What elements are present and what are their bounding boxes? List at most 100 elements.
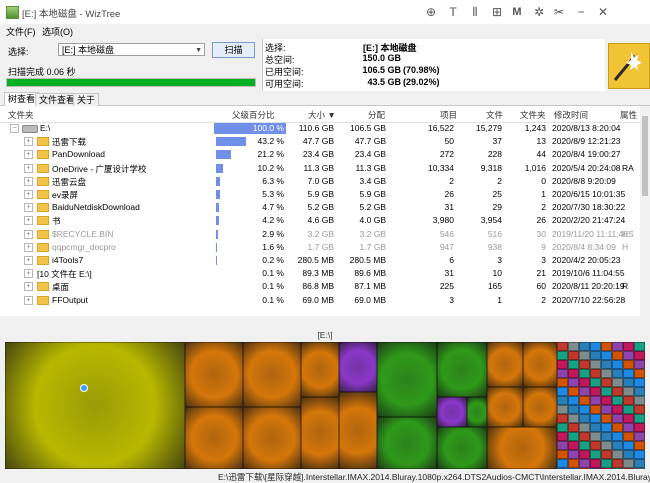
treemap-file-cell[interactable] (579, 405, 590, 414)
table-row[interactable]: +ev录屏5.3 %5.9 GB5.9 GB262512020/6/15 10:… (0, 188, 640, 201)
col-folder[interactable]: 文件夹 (8, 109, 34, 121)
treemap-file-cell[interactable] (612, 405, 623, 414)
treemap-block[interactable] (487, 387, 523, 427)
tab-about[interactable]: 关于 (73, 93, 99, 106)
treemap-block[interactable] (523, 387, 557, 427)
treemap-file-cell[interactable] (634, 468, 645, 469)
treemap-file-cell[interactable] (590, 414, 601, 423)
treemap-file-cell[interactable] (579, 423, 590, 432)
expand-icon[interactable]: + (24, 216, 33, 225)
treemap-file-cell[interactable] (601, 342, 612, 351)
expand-icon[interactable]: + (24, 137, 33, 146)
treemap-file-cell[interactable] (612, 378, 623, 387)
table-row[interactable]: +BaiduNetdiskDownload4.7 %5.2 GB5.2 GB31… (0, 201, 640, 214)
menu-file[interactable]: 文件(F) (6, 25, 36, 38)
treemap-file-cell[interactable] (579, 369, 590, 378)
table-row[interactable]: +桌面0.1 %86.8 MB87.1 MB225165602020/8/11 … (0, 280, 640, 293)
treemap-file-cell[interactable] (579, 414, 590, 423)
treemap-file-cell[interactable] (568, 396, 579, 405)
treemap-file-cell[interactable] (612, 351, 623, 360)
scrollbar-thumb[interactable] (642, 116, 648, 196)
treemap-file-cell[interactable] (623, 360, 634, 369)
collapse-icon[interactable]: − (10, 124, 19, 133)
treemap-file-cell[interactable] (623, 450, 634, 459)
expand-icon[interactable]: + (24, 282, 33, 291)
treemap-block[interactable] (243, 342, 301, 407)
treemap-file-cell[interactable] (623, 432, 634, 441)
table-row[interactable]: +迅雷下载43.2 %47.7 GB47.7 GB5037132020/8/9 … (0, 135, 640, 148)
treemap-file-cell[interactable] (590, 441, 601, 450)
treemap-block[interactable] (437, 342, 487, 397)
treemap-file-cell[interactable] (590, 405, 601, 414)
treemap-file-cell[interactable] (612, 414, 623, 423)
treemap-file-cell[interactable] (623, 387, 634, 396)
treemap-file-cell[interactable] (568, 405, 579, 414)
treemap-file-cell[interactable] (568, 423, 579, 432)
expand-icon[interactable]: + (24, 256, 33, 265)
table-row[interactable]: +迅雷云盘6.3 %7.0 GB3.4 GB2202020/8/8 9:20:0… (0, 175, 640, 188)
treemap-file-cell[interactable] (568, 351, 579, 360)
col-size[interactable]: 大小 ▼ (308, 109, 336, 121)
table-row[interactable]: +$RECYCLE.BIN2.9 %3.2 GB3.2 GB5465163020… (0, 228, 640, 241)
treemap-file-cell[interactable] (590, 360, 601, 369)
minimize-icon[interactable]: − (572, 3, 590, 21)
treemap-file-cell[interactable] (579, 342, 590, 351)
treemap-file-cell[interactable] (579, 459, 590, 468)
treemap-file-cell[interactable] (568, 468, 579, 469)
treemap-file-cell[interactable] (579, 378, 590, 387)
text-icon[interactable]: T (444, 3, 462, 21)
treemap-block[interactable] (487, 342, 523, 387)
treemap-file-cell[interactable] (579, 387, 590, 396)
treemap-file-cell[interactable] (568, 360, 579, 369)
treemap-file-cell[interactable] (634, 459, 645, 468)
close-icon[interactable]: ✕ (594, 3, 612, 21)
treemap-file-cell[interactable] (568, 342, 579, 351)
treemap-file-cell[interactable] (601, 378, 612, 387)
treemap-file-cell[interactable] (568, 459, 579, 468)
treemap-file-cell[interactable] (568, 414, 579, 423)
expand-icon[interactable]: + (24, 164, 33, 173)
treemap-file-cell[interactable] (623, 459, 634, 468)
treemap[interactable] (5, 342, 645, 469)
treemap-block[interactable] (185, 407, 243, 469)
treemap-file-cell[interactable] (579, 396, 590, 405)
treemap-file-cell[interactable] (601, 414, 612, 423)
treemap-file-cell[interactable] (590, 423, 601, 432)
scissors-icon[interactable]: ✂ (550, 3, 568, 21)
treemap-file-cell[interactable] (590, 378, 601, 387)
treemap-file-cell[interactable] (557, 459, 568, 468)
treemap-file-cell[interactable] (557, 360, 568, 369)
treemap-block[interactable] (377, 417, 437, 469)
expand-icon[interactable]: + (24, 177, 33, 186)
treemap-file-cell[interactable] (623, 378, 634, 387)
treemap-file-cell[interactable] (623, 396, 634, 405)
treemap-file-cell[interactable] (568, 369, 579, 378)
treemap-file-cell[interactable] (568, 450, 579, 459)
treemap-file-cell[interactable] (590, 468, 601, 469)
treemap-file-cell[interactable] (557, 351, 568, 360)
treemap-block[interactable] (377, 342, 437, 417)
treemap-file-cell[interactable] (579, 450, 590, 459)
treemap-file-cell[interactable] (590, 369, 601, 378)
treemap-file-cell[interactable] (634, 387, 645, 396)
treemap-file-cell[interactable] (634, 351, 645, 360)
treemap-file-cell[interactable] (601, 360, 612, 369)
treemap-file-cell[interactable] (557, 405, 568, 414)
scan-button[interactable]: 扫描 (212, 42, 255, 58)
treemap-block[interactable] (339, 342, 377, 392)
treemap-file-cell[interactable] (568, 432, 579, 441)
treemap-file-cell[interactable] (568, 387, 579, 396)
table-row[interactable]: +PanDownload21.2 %23.4 GB23.4 GB27222844… (0, 148, 640, 161)
treemap-block[interactable] (185, 342, 243, 407)
treemap-block[interactable] (523, 342, 557, 387)
treemap-file-cell[interactable] (623, 351, 634, 360)
treemap-file-cell[interactable] (623, 468, 634, 469)
expand-icon[interactable]: + (24, 190, 33, 199)
treemap-file-cell[interactable] (590, 432, 601, 441)
drive-select[interactable]: [E:] 本地磁盘 ▼ (58, 43, 205, 56)
treemap-file-cell[interactable] (557, 441, 568, 450)
treemap-file-cell[interactable] (557, 423, 568, 432)
treemap-file-cell[interactable] (634, 360, 645, 369)
expand-icon[interactable]: + (24, 269, 33, 278)
treemap-file-cell[interactable] (634, 405, 645, 414)
